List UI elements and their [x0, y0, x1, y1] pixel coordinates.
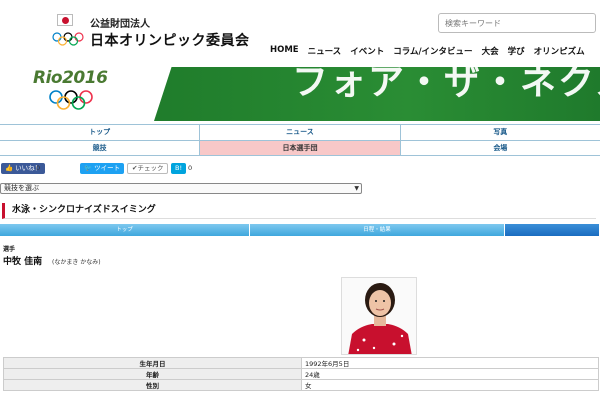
profile-key-gender: 性別 — [3, 379, 302, 391]
subnav-row: トップ ニュース 写真 — [0, 124, 600, 140]
nav-olympism[interactable]: オリンピズム — [534, 45, 585, 57]
tab-schedule-results[interactable]: 日程・結果 — [250, 224, 505, 236]
tab-top[interactable]: トップ — [0, 224, 250, 236]
org-type-label: 公益財団法人 — [90, 19, 150, 30]
global-nav: HOME ニュース イベント コラム/インタビュー 大会 学び オリンピズム — [270, 45, 585, 57]
mixi-check-button[interactable]: ✔チェック — [127, 163, 169, 174]
tweet-label: ツイート — [94, 164, 121, 172]
hatena-count: 0 — [188, 164, 193, 172]
nav-news[interactable]: ニュース — [308, 45, 342, 57]
org-name-logo[interactable]: 日本オリンピック委員会 — [90, 30, 250, 50]
nav-column-interview[interactable]: コラム/インタビュー — [393, 45, 472, 57]
sport-section-title: 水泳・シンクロナイズドスイミング — [2, 203, 596, 219]
athlete-profile-table: 生年月日 1992年6月5日 年齢 24歳 性別 女 — [3, 357, 599, 391]
sport-select-dropdown[interactable]: 競技を選ぶ ▼ — [0, 183, 362, 194]
nav-home[interactable]: HOME — [270, 45, 299, 57]
table-row: 生年月日 1992年6月5日 — [3, 357, 599, 369]
subnav-top[interactable]: トップ — [0, 125, 200, 140]
nav-events[interactable]: イベント — [350, 45, 384, 57]
social-buttons: 👍 いいね！ 0 🐦 ツイート ✔チェック B! 0 — [0, 163, 600, 175]
rio-olympic-rings-icon — [49, 90, 93, 110]
profile-value-age: 24歳 — [301, 368, 599, 380]
twitter-tweet-button[interactable]: 🐦 ツイート — [80, 163, 125, 174]
rio2016-logo: Rio2016 — [33, 68, 108, 88]
table-row: 性別 女 — [3, 379, 599, 391]
athlete-label: 選手 — [3, 246, 16, 253]
hatena-bookmark-button[interactable]: B! — [171, 163, 187, 174]
athlete-name: 中牧 佳南 — [3, 257, 43, 267]
banner-tagline: フォア・ザ・ネクスト・ロオフップゼム — [292, 67, 600, 103]
games-subnav: トップ ニュース 写真 競技 日本選手団 会場 — [0, 124, 600, 156]
subnav-news[interactable]: ニュース — [199, 125, 400, 140]
hatena-b-icon: B! — [175, 164, 183, 172]
sport-tabs: トップ 日程・結果 — [0, 224, 600, 236]
profile-value-birthdate: 1992年6月5日 — [301, 357, 599, 369]
banner-background: フォア・ザ・ネクスト・ロオフップゼム — [120, 67, 600, 121]
nav-tournaments[interactable]: 大会 — [482, 45, 499, 57]
subnav-photos[interactable]: 写真 — [399, 125, 600, 140]
table-row: 年齢 24歳 — [3, 368, 599, 380]
subnav-sports[interactable]: 競技 — [0, 141, 200, 155]
athlete-portrait-image — [342, 278, 416, 354]
chevron-down-icon: ▼ — [354, 185, 359, 192]
japan-flag-icon — [57, 14, 73, 26]
profile-key-age: 年齢 — [3, 368, 302, 380]
site-header: 公益財団法人 日本オリンピック委員会 HOME ニュース イベント コラム/イン… — [0, 0, 600, 67]
nav-learn[interactable]: 学び — [508, 45, 525, 57]
sport-select-value: 競技を選ぶ — [4, 184, 39, 192]
fb-like-count: 0 — [36, 164, 41, 172]
subnav-venues[interactable]: 会場 — [399, 141, 600, 155]
athlete-name-kana: (なかまき かなみ) — [52, 259, 101, 266]
twitter-bird-icon: 🐦 — [84, 164, 93, 172]
profile-key-birthdate: 生年月日 — [3, 357, 302, 369]
athlete-photo — [341, 277, 417, 355]
subnav-row: 競技 日本選手団 会場 — [0, 140, 600, 156]
profile-value-gender: 女 — [301, 379, 599, 391]
tab-athletes[interactable] — [505, 224, 600, 236]
olympic-rings-icon — [52, 32, 84, 46]
thumbs-up-icon: 👍 — [5, 164, 14, 172]
subnav-japan-team[interactable]: 日本選手団 — [199, 141, 400, 155]
mixi-check-label: チェック — [137, 164, 164, 172]
search-input[interactable] — [438, 13, 596, 33]
